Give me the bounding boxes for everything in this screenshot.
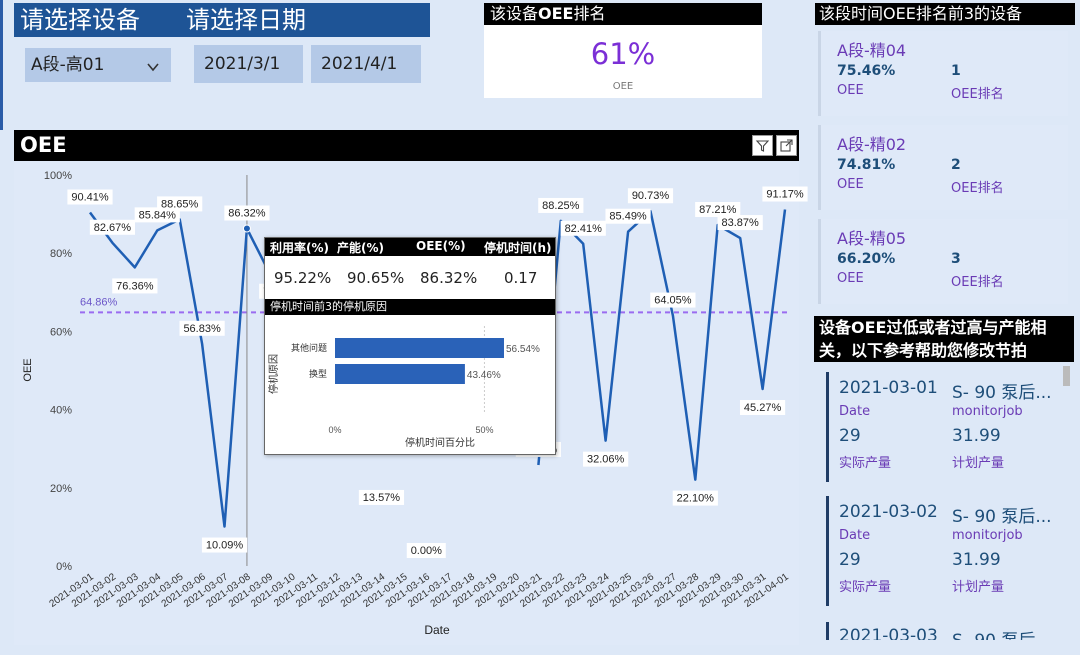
top3-rank-label: OEE排名 bbox=[951, 181, 1004, 196]
top3-card-3: A段-精05 66.20% OEE 3 OEE排名 bbox=[818, 219, 1068, 304]
data-label: 22.10% bbox=[677, 493, 715, 505]
record-job: S- 90 泵后 bbox=[952, 626, 1035, 640]
bar-y-axis-title: 停机原因 bbox=[267, 354, 280, 394]
data-label: 83.87% bbox=[722, 217, 760, 229]
data-label: 90.73% bbox=[632, 190, 670, 202]
bar-tick-label: 50% bbox=[475, 425, 493, 435]
tooltip-header-oee: OEE(%) bbox=[416, 239, 466, 253]
tooltip-oee-value: 86.32% bbox=[420, 269, 478, 287]
downtime-reason-bar-chart: 其他问题 56.54% 换型 43.46% 0% 50%停机时间百分比 停机原因 bbox=[267, 326, 540, 449]
data-label: 86.32% bbox=[228, 207, 266, 219]
top3-oee-label: OEE bbox=[837, 83, 864, 98]
record-plan: 31.99 bbox=[952, 426, 1001, 446]
data-label: 90.41% bbox=[71, 191, 109, 203]
top3-rank-value: 2 bbox=[951, 157, 961, 173]
data-label: 13.57% bbox=[363, 492, 401, 504]
tooltip-utilization-value: 95.22% bbox=[274, 269, 332, 287]
record-date-label: Date bbox=[839, 404, 871, 419]
data-label: 10.09% bbox=[206, 540, 244, 552]
y-axis-title: OEE bbox=[22, 358, 34, 381]
record-card-1: 2021-03-01 Date S- 90 泵后... monitorjob 2… bbox=[826, 372, 1061, 482]
downtime-bar bbox=[335, 338, 504, 358]
bar-value-label: 43.46% bbox=[467, 370, 501, 381]
tooltip-header-capacity: 产能(%) bbox=[337, 241, 384, 255]
tooltip-capacity-value: 90.65% bbox=[347, 269, 405, 287]
y-tick-label: 40% bbox=[50, 405, 72, 417]
top3-oee-label: OEE bbox=[837, 177, 864, 192]
record-plan-label: 计划产量 bbox=[952, 456, 1005, 471]
x-axis-title: Date bbox=[424, 623, 450, 637]
data-label: 32.06% bbox=[587, 454, 625, 466]
top3-rank-label: OEE排名 bbox=[951, 87, 1004, 102]
data-label: 88.25% bbox=[542, 200, 580, 212]
data-label: 85.49% bbox=[609, 211, 647, 223]
record-actual-label: 实际产量 bbox=[839, 456, 892, 471]
data-label: 56.83% bbox=[183, 323, 221, 335]
record-date: 2021-03-02 bbox=[839, 502, 938, 522]
record-job-label: monitorjob bbox=[952, 528, 1023, 543]
bar-category-label: 换型 bbox=[309, 368, 327, 379]
record-date: 2021-03-03 bbox=[839, 626, 938, 640]
record-date-label: Date bbox=[839, 528, 871, 543]
top3-rank-label: OEE排名 bbox=[951, 275, 1004, 290]
record-actual: 29 bbox=[839, 426, 861, 446]
data-label: 87.21% bbox=[699, 204, 737, 216]
record-job-label: monitorjob bbox=[952, 404, 1023, 419]
tooltip-downtime-value: 0.17 bbox=[504, 269, 538, 287]
y-tick-label: 80% bbox=[50, 248, 72, 260]
data-label: 45.27% bbox=[744, 402, 782, 414]
data-label: 91.17% bbox=[766, 189, 804, 201]
top3-device-name: A段-精02 bbox=[837, 135, 907, 154]
data-label: 82.41% bbox=[565, 223, 603, 235]
bar-value-label: 56.54% bbox=[506, 344, 540, 355]
record-card-3: 2021-03-03 S- 90 泵后 bbox=[826, 622, 1061, 640]
y-tick-label: 60% bbox=[50, 326, 72, 338]
tooltip-header-utilization: 利用率(%) bbox=[270, 241, 329, 255]
tooltip-header-downtime: 停机时间(h) bbox=[484, 241, 552, 255]
record-job: S- 90 泵后... bbox=[952, 383, 1052, 403]
advice-title: 设备OEE过低或者过高与产能相关，以下参考帮助您修改节拍 bbox=[814, 316, 1074, 362]
hover-point bbox=[242, 224, 251, 233]
bar-tick-label: 0% bbox=[328, 425, 341, 435]
top3-oee-label: OEE bbox=[837, 271, 864, 286]
record-plan-label: 计划产量 bbox=[952, 580, 1005, 595]
top3-oee-value: 74.81% bbox=[837, 157, 896, 173]
top3-device-name: A段-精05 bbox=[837, 229, 907, 248]
record-card-2: 2021-03-02 Date S- 90 泵后... monitorjob 2… bbox=[826, 496, 1061, 606]
bar-category-label: 其他问题 bbox=[291, 342, 327, 353]
record-actual: 29 bbox=[839, 550, 861, 570]
y-tick-label: 20% bbox=[50, 483, 72, 495]
scrollbar-thumb[interactable] bbox=[1063, 366, 1070, 386]
top3-oee-value: 66.20% bbox=[837, 251, 896, 267]
chart-tooltip: 利用率(%) 产能(%) OEE(%) 停机时间(h) 95.22% 90.65… bbox=[264, 237, 556, 455]
top3-oee-value: 75.46% bbox=[837, 63, 896, 79]
top3-title: 该段时间OEE排名前3的设备 bbox=[815, 3, 1075, 25]
record-job: S- 90 泵后... bbox=[952, 507, 1052, 527]
data-label: 0.00% bbox=[411, 545, 442, 557]
top3-rank-value: 1 bbox=[951, 63, 961, 79]
y-tick-label: 0% bbox=[56, 561, 72, 573]
y-tick-label: 100% bbox=[44, 170, 72, 182]
tooltip-subtitle: 停机时间前3的停机原因 bbox=[265, 299, 555, 315]
record-actual-label: 实际产量 bbox=[839, 580, 892, 595]
bar-x-axis-title: 停机时间百分比 bbox=[405, 436, 475, 449]
top3-rank-value: 3 bbox=[951, 251, 961, 267]
top3-card-1: A段-精04 75.46% OEE 1 OEE排名 bbox=[818, 31, 1068, 116]
record-date: 2021-03-01 bbox=[839, 378, 938, 398]
record-plan: 31.99 bbox=[952, 550, 1001, 570]
data-label: 64.05% bbox=[654, 295, 692, 307]
downtime-bar bbox=[335, 364, 465, 384]
data-label: 88.65% bbox=[161, 198, 199, 210]
average-line-label: 64.86% bbox=[80, 296, 118, 308]
data-label: 82.67% bbox=[94, 222, 132, 234]
top3-device-name: A段-精04 bbox=[837, 41, 907, 60]
top3-card-2: A段-精02 74.81% OEE 2 OEE排名 bbox=[818, 125, 1068, 210]
data-label: 76.36% bbox=[116, 280, 154, 292]
